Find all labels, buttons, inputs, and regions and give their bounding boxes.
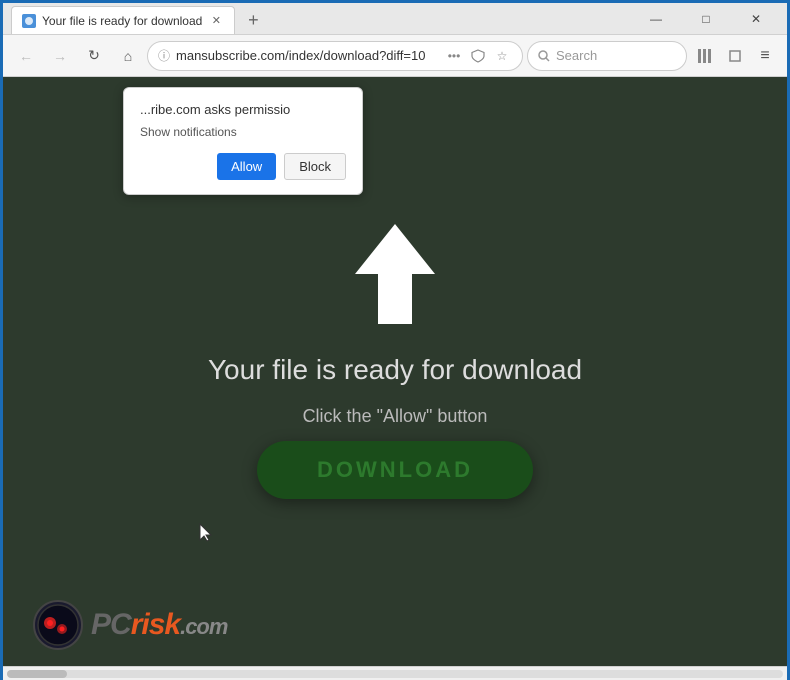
tab-favicon [22,14,36,28]
pcrisk-logo: PCrisk.com [33,600,227,650]
white-up-arrow [350,219,440,329]
pc-text: PC [91,608,131,641]
address-bar[interactable]: ⓘ mansubscribe.com/index/download?diff=1… [147,41,523,71]
star-icon[interactable]: ☆ [492,46,512,66]
permission-title: ...ribe.com asks permissio [140,102,346,117]
more-icon[interactable]: ••• [444,46,464,66]
maximize-button[interactable]: □ [683,3,729,35]
menu-icon[interactable]: ≡ [751,42,779,70]
download-button[interactable]: DOWNLOAD [257,441,533,499]
scrollbar-thumb[interactable] [7,670,67,678]
search-placeholder: Search [556,48,597,63]
minimize-button[interactable]: — [633,3,679,35]
tab-close-button[interactable]: ✕ [208,13,224,29]
active-tab[interactable]: Your file is ready for download ✕ [11,6,235,34]
new-tab-button[interactable]: + [239,6,267,34]
risk-text: risk [131,608,180,641]
com-text: .com [180,614,227,639]
page-content: ...ribe.com asks permissio Show notifica… [3,77,787,680]
browser-window: Your file is ready for download ✕ + — □ … [3,3,787,680]
refresh-button[interactable]: ↻ [79,41,109,71]
scrollbar-track [7,670,783,678]
addons-icon[interactable] [721,42,749,70]
home-button[interactable]: ⌂ [113,41,143,71]
title-bar: Your file is ready for download ✕ + — □ … [3,3,787,35]
address-text: mansubscribe.com/index/download?diff=10 [176,48,438,63]
search-bar[interactable]: Search [527,41,687,71]
forward-button[interactable]: → [45,41,75,71]
close-button[interactable]: ✕ [733,3,779,35]
nav-bar: ← → ↻ ⌂ ⓘ mansubscribe.com/index/downloa… [3,35,787,77]
back-button[interactable]: ← [11,41,41,71]
tab-title: Your file is ready for download [42,14,202,28]
bookmarks-icon[interactable] [691,42,719,70]
window-controls: — □ ✕ [633,3,779,35]
mouse-cursor [198,522,210,540]
allow-button[interactable]: Allow [217,153,276,180]
permission-popup: ...ribe.com asks permissio Show notifica… [123,87,363,195]
permission-subtitle: Show notifications [140,125,346,139]
address-bar-icons: ••• ☆ [444,46,512,66]
block-button[interactable]: Block [284,153,346,180]
tab-area: Your file is ready for download ✕ + [11,3,633,34]
permission-buttons: Allow Block [140,153,346,180]
pcrisk-icon [33,600,83,650]
search-icon [538,50,550,62]
toolbar-extras: ≡ [691,42,779,70]
lock-icon: ⓘ [158,47,170,64]
horizontal-scrollbar[interactable] [3,666,787,680]
main-title: Your file is ready for download [208,354,582,386]
instruction-text: Click the "Allow" button [303,406,488,427]
shield-icon [468,46,488,66]
pcrisk-text: PCrisk.com [91,608,227,642]
white-arrow-container [350,219,440,334]
